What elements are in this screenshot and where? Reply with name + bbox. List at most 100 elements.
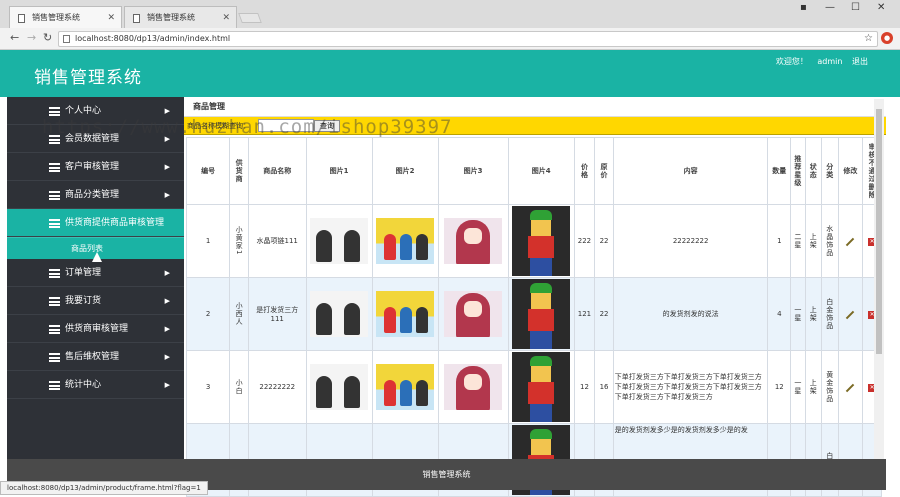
sidebar-item-statistics[interactable]: 统计中心 ▶ [7, 371, 184, 399]
col-orig: 原价 [594, 137, 614, 205]
logout-link[interactable]: 退出 [852, 57, 868, 66]
sidebar-item-label: 供货商审核管理 [65, 324, 129, 334]
menu-icon [49, 381, 60, 390]
product-image-3 [444, 218, 503, 264]
edit-pencil-icon[interactable] [846, 237, 855, 247]
maximize-icon[interactable]: ☐ [851, 2, 860, 13]
minimize-icon[interactable]: — [825, 2, 835, 13]
cell-pic4 [507, 204, 575, 278]
sidebar-item-category[interactable]: 商品分类管理 ▶ [7, 181, 184, 209]
col-pic2: 图片2 [371, 137, 439, 205]
reload-icon[interactable]: ↻ [43, 31, 52, 44]
sidebar-item-supplier-goods[interactable]: 供货商提供商品审核管理 [7, 209, 184, 237]
col-id: 编号 [185, 137, 231, 205]
cell-qty: 1 [767, 204, 792, 278]
user-link[interactable]: admin [817, 57, 842, 66]
cell-id: 3 [185, 350, 231, 424]
cell-status-text: 上架 [809, 379, 818, 395]
cell-status: 上架 [804, 204, 823, 278]
edit-pencil-icon[interactable] [846, 310, 855, 320]
cell-edit [837, 204, 864, 278]
col-orig-label: 原价 [600, 163, 609, 179]
cell-status-text: 上架 [809, 306, 818, 322]
page-icon [133, 14, 140, 23]
browser-tab-inactive[interactable]: 销售管理系统 ✕ [124, 6, 237, 28]
search-input[interactable] [258, 119, 314, 132]
page-title: 商品管理 [184, 97, 886, 117]
cell-category: 水晶饰品 [821, 204, 839, 278]
chevron-right-icon: ▶ [164, 381, 170, 389]
cell-pic3 [437, 277, 509, 351]
back-icon[interactable]: ← [10, 31, 19, 44]
chevron-right-icon: ▶ [164, 353, 170, 361]
sidebar-item-label: 统计中心 [65, 380, 102, 390]
sidebar-item-customer-review[interactable]: 客户审核管理 ▶ [7, 153, 184, 181]
close-tab-icon[interactable]: ✕ [222, 7, 230, 29]
close-window-icon[interactable]: ✕ [877, 2, 885, 13]
search-button[interactable]: 查询 [314, 120, 340, 132]
cell-price: 222 [573, 204, 596, 278]
forward-icon[interactable]: → [27, 31, 36, 44]
cell-pic1 [305, 277, 373, 351]
col-edit: 修改 [837, 137, 864, 205]
search-bar: 商品名称模糊查询： 查询 [184, 117, 886, 135]
sidebar-item-supplier-review[interactable]: 供货商审核管理 ▶ [7, 315, 184, 343]
address-bar: ← → ↻ localhost:8080/dp13/admin/index.ht… [0, 28, 900, 50]
bookmark-star-icon[interactable]: ☆ [864, 32, 873, 46]
scrollbar-thumb[interactable] [876, 109, 882, 354]
mouse-cursor-icon [92, 252, 102, 262]
status-bar-url: localhost:8080/dp13/admin/product/frame.… [0, 481, 208, 495]
table-row: 2 小西人 是打发货三方111 121 22 的发货剂发的说法 4 一星 上架 … [185, 277, 882, 351]
cell-stars-text: 二星 [793, 233, 802, 249]
cell-pic4 [507, 277, 575, 351]
sidebar-item-label: 个人中心 [65, 106, 102, 116]
cell-pic3 [437, 204, 509, 278]
chevron-right-icon: ▶ [164, 191, 170, 199]
product-image-3 [444, 291, 503, 337]
cell-supplier-text: 小黄家1 [235, 226, 244, 256]
cell-pic3 [437, 350, 509, 424]
close-tab-icon[interactable]: ✕ [107, 7, 115, 29]
extension-icon[interactable]: ● [881, 32, 893, 44]
sidebar-item-after-sales[interactable]: 售后维权管理 ▶ [7, 343, 184, 371]
account-icon[interactable]: ▪ [800, 2, 807, 13]
cell-stars: 一星 [790, 350, 806, 424]
page-icon [18, 14, 25, 23]
sidebar-item-personal-center[interactable]: 个人中心 ▶ [7, 97, 184, 125]
table-row: 1 小黄家1 水晶项链111 222 22 22222222 1 二星 上架 水… [185, 204, 882, 278]
chevron-right-icon: ▶ [164, 163, 170, 171]
col-supplier: 供货商 [229, 137, 249, 205]
cell-edit [837, 350, 864, 424]
chevron-right-icon: ▶ [164, 297, 170, 305]
app-header: 销售管理系统 欢迎您！ admin 退出 [0, 50, 900, 97]
browser-tab-active[interactable]: 销售管理系统 ✕ [9, 6, 122, 28]
cell-category: 黄金饰品 [821, 350, 839, 424]
menu-icon [49, 135, 60, 144]
cell-pic1 [305, 204, 373, 278]
sidebar-item-label: 供货商提供商品审核管理 [65, 218, 165, 228]
cell-content: 下单打发货三方下单打发货三方下单打发货三方下单打发货三方下单打发货三方下单打发货… [612, 350, 769, 424]
sidebar-item-orders[interactable]: 订单管理 ▶ [7, 259, 184, 287]
product-image-3 [444, 364, 503, 410]
edit-pencil-icon[interactable] [846, 383, 855, 393]
cell-stars-text: 一星 [793, 306, 802, 322]
new-tab-button[interactable] [238, 13, 262, 23]
cell-pic2 [371, 277, 439, 351]
product-image-2 [376, 218, 435, 264]
cell-price: 121 [573, 277, 596, 351]
url-field[interactable]: localhost:8080/dp13/admin/index.html ☆ [58, 31, 878, 47]
col-supplier-label: 供货商 [235, 159, 244, 183]
page-info-icon[interactable] [63, 35, 70, 43]
vertical-scrollbar[interactable] [874, 99, 884, 459]
cell-orig: 22 [594, 277, 614, 351]
col-pic1: 图片1 [305, 137, 373, 205]
col-category-label: 分类 [825, 163, 834, 179]
menu-icon [49, 191, 60, 200]
product-table: 编号 供货商 商品名称 图片1 图片2 图片3 图片4 价格 原价 内容 数量 … [185, 137, 882, 497]
product-image-1 [310, 364, 369, 410]
sidebar-item-order-goods[interactable]: 我要订货 ▶ [7, 287, 184, 315]
sidebar-item-member-data[interactable]: 会员数据管理 ▶ [7, 125, 184, 153]
cell-pic4 [507, 350, 575, 424]
cell-name: 22222222 [247, 350, 307, 424]
cell-category-text: 水晶饰品 [825, 225, 834, 257]
